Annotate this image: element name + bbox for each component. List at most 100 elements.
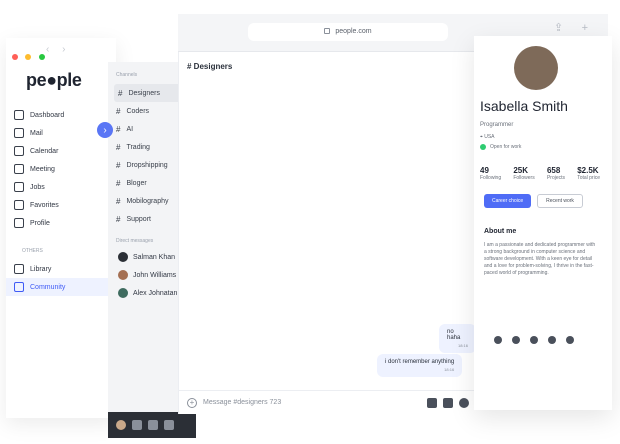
zoom-window-icon[interactable] xyxy=(38,54,45,60)
message-time: 18:16 xyxy=(457,343,468,348)
gift-icon[interactable] xyxy=(427,397,437,408)
profile-location: ⌖ USA xyxy=(480,134,495,140)
hash-icon: # xyxy=(116,178,121,188)
menu-item-label: Dashboard xyxy=(30,111,65,119)
profile-role: Programmer xyxy=(480,122,514,128)
back-icon[interactable]: ‹ xyxy=(46,44,49,55)
channel-label: AI xyxy=(126,125,134,133)
about-title: About me xyxy=(484,228,517,235)
headphones-icon[interactable] xyxy=(148,420,158,430)
close-window-icon[interactable] xyxy=(12,54,18,60)
chat-panel: # Designers no haha 18:16 i don't rememb… xyxy=(178,52,477,414)
emoji-icon[interactable] xyxy=(459,397,469,408)
stat-total-price: $2.5K Total price xyxy=(577,166,600,181)
message-time: 18:16 xyxy=(444,367,455,372)
instagram-icon[interactable] xyxy=(530,336,538,344)
menu-item-label: Meeting xyxy=(30,165,55,173)
collapse-channels-button[interactable]: › xyxy=(97,122,113,138)
hash-icon: # xyxy=(116,142,121,152)
social-links xyxy=(494,336,574,344)
calendar-icon xyxy=(14,146,24,156)
profile-card: Isabella Smith Programmer ⌖ USA Open for… xyxy=(474,36,612,410)
meeting-icon xyxy=(14,164,24,174)
settings-icon[interactable] xyxy=(164,420,174,430)
channel-label: Designers xyxy=(128,89,160,97)
forward-icon[interactable]: › xyxy=(62,44,65,55)
hash-icon: # xyxy=(116,160,121,170)
avatar xyxy=(118,252,128,262)
stat-value: $2.5K xyxy=(577,166,599,175)
twitter-icon[interactable] xyxy=(512,336,520,344)
app-logo: pe●ple xyxy=(26,70,82,91)
menu-item-label: Calendar xyxy=(30,147,59,155)
channel-label: Mobilography xyxy=(126,197,169,205)
menu-item-community[interactable]: Community xyxy=(6,278,116,296)
menu-item-label: Jobs xyxy=(30,183,45,191)
menu-item-label: Favorites xyxy=(30,201,59,209)
new-tab-icon[interactable]: + xyxy=(582,22,588,34)
channel-label: Trading xyxy=(126,143,150,151)
recent-work-button[interactable]: Recent work xyxy=(537,194,583,208)
add-attachment-icon[interactable]: + xyxy=(187,397,197,408)
mail-icon xyxy=(14,128,24,138)
composer-placeholder: Message #designers 723 xyxy=(203,399,282,406)
stat-value: 25K xyxy=(513,166,529,175)
stat-followers: 25K Followers xyxy=(513,166,534,181)
menu-item-label: Library xyxy=(30,265,52,273)
menu-item-label: Community xyxy=(30,283,66,291)
stat-value: 658 xyxy=(546,166,561,175)
menu-item-dashboard[interactable]: Dashboard xyxy=(6,106,116,124)
status-text: Open for work xyxy=(490,144,522,150)
menu-item-label: Profile xyxy=(30,219,50,227)
url-text: people.com xyxy=(335,28,372,35)
gif-icon[interactable] xyxy=(443,397,453,408)
menu-item-calendar[interactable]: Calendar xyxy=(6,142,116,160)
composer-icons xyxy=(427,397,469,408)
menu-item-library[interactable]: Library xyxy=(6,260,116,278)
user-controls xyxy=(108,412,196,438)
profile-stats: 49 Following 25K Followers 658 Projects … xyxy=(480,166,600,181)
avatar xyxy=(118,270,128,280)
menu-item-meeting[interactable]: Meeting xyxy=(6,160,116,178)
profile-actions: Career choice Recent work xyxy=(484,194,583,208)
location-text: USA xyxy=(484,134,495,140)
menu-item-jobs[interactable]: Jobs xyxy=(6,178,116,196)
profile-icon xyxy=(14,218,24,228)
chat-title: # Designers xyxy=(187,62,233,71)
github-icon[interactable] xyxy=(566,336,574,344)
menu-item-favorites[interactable]: Favorites xyxy=(6,196,116,214)
minimize-window-icon[interactable] xyxy=(25,54,32,60)
address-bar[interactable]: people.com xyxy=(248,23,448,41)
channel-label: Support xyxy=(126,215,151,223)
channel-label: Dropshipping xyxy=(126,161,168,169)
message-bubble[interactable]: no haha 18:16 xyxy=(439,324,476,353)
logo-text: pe●ple xyxy=(26,70,82,90)
favorites-icon xyxy=(14,200,24,210)
menu-item-profile[interactable]: Profile xyxy=(6,214,116,232)
avatar xyxy=(118,288,128,298)
dm-name: John Williams xyxy=(133,271,177,279)
stat-following: 49 Following xyxy=(480,166,501,181)
dm-name: Salman Khan xyxy=(133,253,176,261)
message-text: i don't remember anything xyxy=(385,359,455,365)
message-text: no haha xyxy=(447,329,461,341)
hash-icon: # xyxy=(116,124,121,134)
channel-label: Coders xyxy=(126,107,150,115)
message-composer[interactable]: + Message #designers 723 xyxy=(179,390,477,414)
facebook-icon[interactable] xyxy=(494,336,502,344)
browser-actions: ⇪ + xyxy=(540,18,588,36)
stat-label: Total price xyxy=(577,175,600,181)
mic-icon[interactable] xyxy=(132,420,142,430)
profile-avatar xyxy=(514,46,558,90)
lock-icon xyxy=(324,28,331,34)
message-bubble[interactable]: i don't remember anything 18:16 xyxy=(377,354,463,377)
others-section-title: OTHERS xyxy=(22,248,43,254)
profile-name: Isabella Smith xyxy=(480,98,568,114)
telegram-icon[interactable] xyxy=(548,336,556,344)
stat-label: Projects xyxy=(546,175,565,181)
hash-icon: # xyxy=(118,88,123,98)
share-icon[interactable]: ⇪ xyxy=(554,21,563,34)
career-choice-button[interactable]: Career choice xyxy=(484,194,532,208)
user-avatar[interactable] xyxy=(116,420,126,430)
channel-label: Bloger xyxy=(126,179,147,187)
